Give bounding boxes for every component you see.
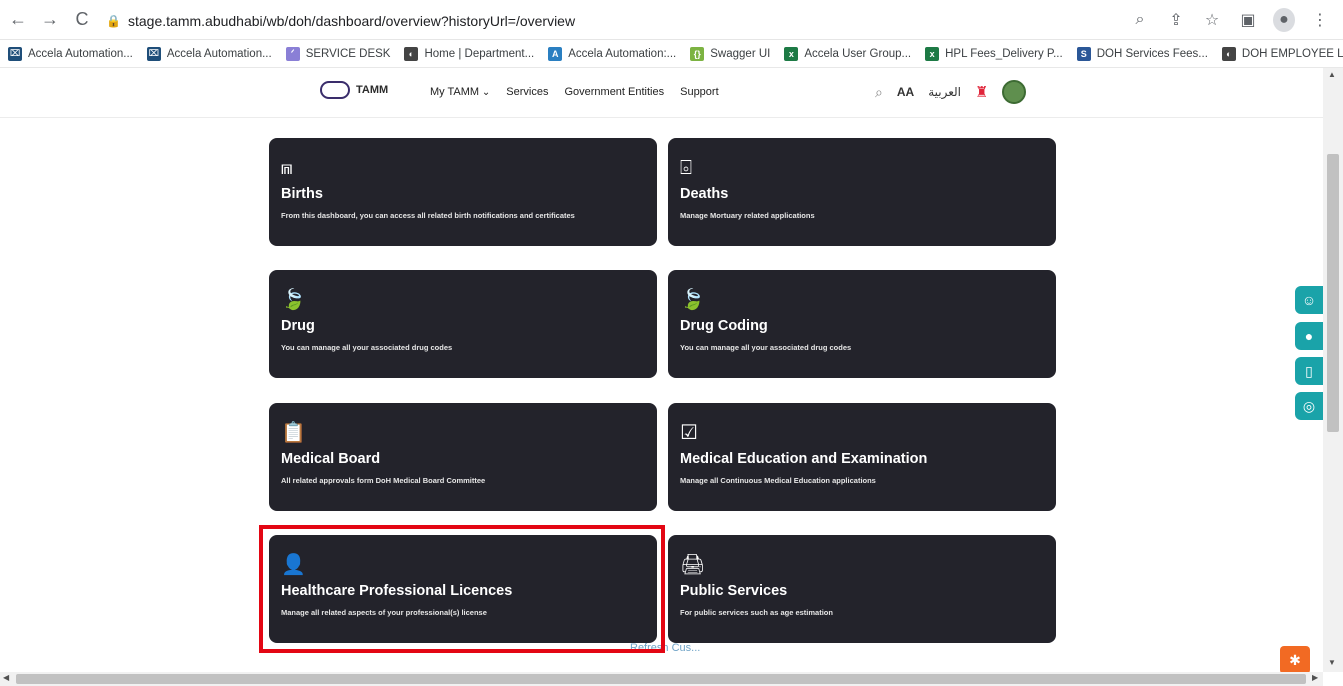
bookmark-item[interactable]: ◐ Home | Department...	[404, 46, 534, 61]
page-viewport: TAMM My TAMM Services Government Entitie…	[0, 68, 1323, 672]
scrollbar-thumb[interactable]	[16, 674, 1306, 684]
nav-my-tamm[interactable]: My TAMM	[430, 86, 490, 98]
chat-icon[interactable]: ●	[1295, 322, 1323, 350]
url-text: stage.tamm.abudhabi/wb/doh/dashboard/ove…	[128, 13, 576, 29]
card-title: Drug Coding	[680, 318, 768, 334]
top-navigation: My TAMM Services Government Entities Sup…	[430, 86, 719, 98]
user-avatar[interactable]	[1002, 80, 1027, 104]
bookmark-item[interactable]: x Accela User Group...	[784, 46, 911, 61]
bookmark-item[interactable]: A Accela Automation:...	[548, 46, 676, 61]
card-births[interactable]: ⩎ Births From this dashboard, you can ac…	[269, 138, 657, 246]
bookmark-favicon-icon: {}	[690, 46, 705, 61]
bookmarks-bar: ⌧ Accela Automation... ⌧ Accela Automation…	[0, 40, 1343, 68]
vertical-scrollbar[interactable]: ▲ ▼	[1323, 68, 1343, 672]
forward-arrow-icon[interactable]: →	[36, 6, 64, 34]
notification-icon[interactable]: ♜	[975, 83, 988, 101]
logo-text: TAMM	[356, 84, 389, 96]
scrollbar-thumb[interactable]	[1327, 154, 1339, 432]
card-title: Public Services	[680, 583, 788, 599]
bookmark-favicon-icon: x	[784, 46, 799, 61]
scroll-left-icon[interactable]: ◀	[3, 673, 9, 682]
bookmark-item[interactable]: ◐DOH EMPLOYEE LO...	[1221, 46, 1343, 61]
card-medical-education[interactable]: ☑ Medical Education and Examination Mana…	[668, 403, 1056, 511]
bug-report-icon[interactable]: ✱	[1280, 646, 1310, 674]
profile-icon[interactable]: ●	[1273, 8, 1295, 32]
header-actions: ⌕ AA العربية ♜	[875, 80, 1027, 104]
bookmark-favicon-icon: S	[1076, 46, 1091, 61]
side-panel-icon[interactable]: ▣	[1237, 10, 1259, 30]
clipboard-icon: 📋	[281, 422, 306, 444]
bookmark-item[interactable]: x HPL Fees_Delivery P...	[925, 46, 1063, 61]
nav-services[interactable]: Services	[506, 86, 548, 98]
professional-id-icon: 👤	[281, 554, 306, 576]
site-header: TAMM My TAMM Services Government Entitie…	[0, 68, 1323, 118]
leaf-icon: 🍃	[281, 289, 306, 311]
scroll-down-icon[interactable]: ▼	[1328, 658, 1336, 667]
reload-icon[interactable]: C	[68, 6, 96, 34]
nav-support[interactable]: Support	[680, 86, 719, 98]
card-description: You can manage all your associated drug …	[680, 343, 852, 352]
bookmark-item[interactable]: S DOH Services Fees...	[1076, 46, 1208, 61]
card-public-services[interactable]: 🖨 Public Services For public services su…	[668, 535, 1056, 643]
card-healthcare-professional-licences[interactable]: 👤 Healthcare Professional Licences Manag…	[269, 535, 657, 643]
card-deaths[interactable]: ⌻ Deaths Manage Mortuary related applica…	[668, 138, 1056, 246]
card-drug-coding[interactable]: 🍃 Drug Coding You can manage all your as…	[668, 270, 1056, 378]
scroll-up-icon[interactable]: ▲	[1328, 70, 1336, 79]
family-icon: ⩎	[281, 157, 293, 179]
browser-address-bar: ← → C 🔒 stage.tamm.abudhabi/wb/doh/dashb…	[0, 0, 1343, 40]
card-description: Manage Mortuary related applications	[680, 211, 815, 220]
person-frame-icon: ⌻	[680, 157, 692, 179]
zoom-icon[interactable]: ⌕	[1129, 11, 1151, 29]
bookmark-favicon-icon: ᐟ	[285, 46, 300, 61]
card-title: Healthcare Professional Licences	[281, 583, 513, 599]
card-drug[interactable]: 🍃 Drug You can manage all your associate…	[269, 270, 657, 378]
back-arrow-icon[interactable]: ←	[4, 6, 32, 34]
checklist-icon: ☑	[680, 422, 698, 444]
nav-government-entities[interactable]: Government Entities	[564, 86, 664, 98]
menu-dots-icon[interactable]: ⋮	[1309, 10, 1331, 30]
card-description: Manage all Continuous Medical Education …	[680, 476, 876, 485]
share-icon[interactable]: ⇪	[1165, 10, 1187, 30]
url-field[interactable]: 🔒 stage.tamm.abudhabi/wb/doh/dashboard/o…	[100, 8, 1270, 34]
card-description: From this dashboard, you can access all …	[281, 211, 575, 220]
font-size-toggle[interactable]: AA	[897, 85, 914, 99]
bookmark-item[interactable]: ⌧ Accela Automation...	[146, 46, 272, 61]
tamm-logo[interactable]: TAMM	[320, 81, 388, 99]
bookmark-item[interactable]: ᐟ SERVICE DESK	[285, 46, 390, 61]
card-title: Medical Education and Examination	[680, 451, 928, 467]
language-switch[interactable]: العربية	[928, 85, 961, 99]
card-description: For public services such as age estimati…	[680, 608, 833, 617]
bookmark-favicon-icon: A	[548, 46, 563, 61]
bookmark-favicon-icon: ⌧	[146, 46, 161, 61]
bookmark-favicon-icon: ◐	[1221, 46, 1236, 61]
card-title: Deaths	[680, 186, 729, 202]
bookmark-favicon-icon: ◐	[404, 46, 419, 61]
bookmark-item[interactable]: {} Swagger UI	[690, 46, 770, 61]
leaf-icon: 🍃	[680, 289, 705, 311]
search-icon[interactable]: ⌕	[875, 84, 883, 101]
bookmark-star-icon[interactable]: ☆	[1201, 10, 1223, 30]
tamm-logo-icon	[320, 81, 350, 99]
scroll-right-icon[interactable]: ▶	[1312, 673, 1318, 682]
feedback-happy-icon[interactable]: ☺	[1295, 286, 1323, 314]
bookmark-item[interactable]: ⌧ Accela Automation...	[8, 46, 133, 61]
device-icon: 🖨	[680, 554, 706, 576]
card-title: Drug	[281, 318, 315, 334]
bookmark-favicon-icon: ⌧	[8, 46, 22, 61]
card-description: All related approvals form DoH Medical B…	[281, 476, 486, 485]
lock-icon: 🔒	[106, 14, 121, 28]
mobile-app-icon[interactable]: ▯	[1295, 357, 1323, 385]
card-description: Manage all related aspects of your profe…	[281, 608, 487, 617]
card-medical-board[interactable]: 📋 Medical Board All related approvals fo…	[269, 403, 657, 511]
bookmark-favicon-icon: x	[925, 46, 940, 61]
tamm-assistant-icon[interactable]: ◎	[1295, 392, 1323, 420]
card-title: Births	[281, 186, 323, 202]
horizontal-scrollbar[interactable]: ◀ ▶	[0, 672, 1323, 686]
refresh-link[interactable]: Refresh Cus...	[630, 642, 700, 654]
card-description: You can manage all your associated drug …	[281, 343, 453, 352]
card-title: Medical Board	[281, 451, 381, 467]
